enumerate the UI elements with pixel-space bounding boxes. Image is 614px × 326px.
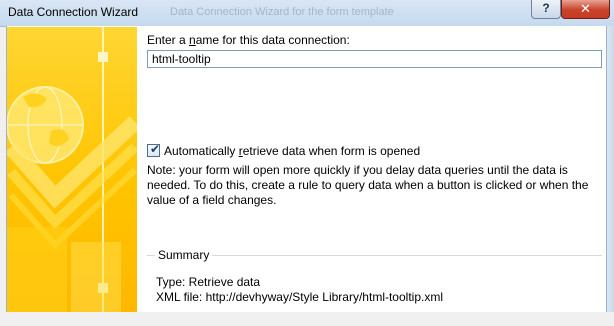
summary-title: Summary — [155, 248, 213, 262]
close-button[interactable]: ✕ — [561, 0, 610, 19]
title-bar[interactable]: Data Connection Wizard for the form temp… — [0, 0, 614, 27]
help-icon: ? — [542, 1, 550, 15]
close-icon: ✕ — [580, 1, 591, 16]
summary-type: Type: Retrieve data — [156, 275, 261, 289]
connection-name-input[interactable] — [147, 50, 602, 68]
performance-note: Note: your form will open more quickly i… — [147, 163, 589, 207]
window-right-border — [606, 26, 614, 312]
checkmark-icon: ✔ — [150, 142, 161, 156]
background-window-title: Data Connection Wizard for the form temp… — [170, 6, 394, 18]
summary-xml-file: XML file: http://devhyway/Style Library/… — [156, 290, 443, 304]
summary-group: Summary Type: Retrieve data XML file: ht… — [147, 248, 602, 326]
name-label: Enter a name for this data connection: — [147, 33, 350, 47]
auto-retrieve-option[interactable]: ✔ Automatically retrieve data when form … — [147, 142, 420, 158]
auto-retrieve-checkbox[interactable]: ✔ — [147, 142, 161, 157]
globe-graphic-icon — [7, 27, 137, 312]
window-title: Data Connection Wizard — [8, 5, 139, 19]
help-button[interactable]: ? — [531, 0, 561, 19]
wizard-art-panel — [7, 27, 137, 312]
